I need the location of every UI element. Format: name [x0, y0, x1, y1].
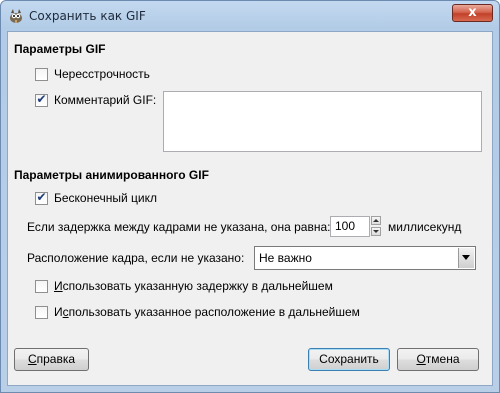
use-delay-label: Использовать указанную задержку в дальне… [54, 279, 333, 293]
gimp-icon [10, 9, 22, 23]
close-icon: x [468, 5, 477, 20]
arrow-down-icon [373, 230, 379, 233]
cancel-button[interactable]: Отмена [397, 348, 479, 371]
loop-label: Бесконечный цикл [54, 191, 158, 205]
loop-checkbox[interactable]: ✔ [35, 190, 48, 205]
save-button[interactable]: Сохранить [308, 348, 390, 371]
delay-unit: миллисекунд [388, 220, 462, 234]
gif-params-heading: Параметры GIF [14, 42, 106, 56]
comment-checkbox[interactable]: ✔ [35, 92, 48, 107]
delay-value: 100 [335, 219, 356, 233]
close-button[interactable]: x [452, 4, 493, 22]
delay-decrement-button[interactable] [371, 227, 381, 236]
checkmark-icon: ✔ [36, 92, 47, 106]
use-delay-checkbox[interactable] [35, 280, 48, 293]
dialog-body: Параметры GIF Чересстрочность ✔ Коммента… [7, 31, 493, 386]
checkmark-icon: ✔ [36, 190, 47, 204]
use-disposal-checkbox[interactable] [35, 306, 48, 319]
delay-input[interactable]: 100 [330, 216, 370, 237]
window-title: Сохранить как GIF [29, 9, 146, 23]
delay-increment-button[interactable] [371, 216, 381, 225]
comment-textarea[interactable] [163, 91, 482, 152]
arrow-up-icon [373, 219, 379, 222]
interlace-label: Чересстрочность [54, 67, 150, 81]
use-disposal-label: Использовать указанное расположение в да… [54, 305, 360, 319]
dialog-window: Сохранить как GIF x Параметры GIF Чересс… [0, 0, 500, 393]
disposal-dropdown-button[interactable] [458, 248, 474, 268]
anim-params-heading: Параметры анимированного GIF [14, 168, 209, 182]
title-bar[interactable]: Сохранить как GIF x [1, 1, 499, 31]
disposal-label: Расположение кадра, если не указано: [27, 251, 245, 265]
delay-label: Если задержка между кадрами не указана, … [27, 220, 331, 234]
disposal-selected-value: Не важно [259, 251, 312, 265]
interlace-checkbox[interactable] [35, 68, 48, 81]
help-button[interactable]: Справка [14, 348, 89, 371]
comment-label: Комментарий GIF: [54, 93, 157, 107]
disposal-select[interactable]: Не важно [254, 246, 476, 270]
chevron-down-icon [462, 255, 470, 260]
